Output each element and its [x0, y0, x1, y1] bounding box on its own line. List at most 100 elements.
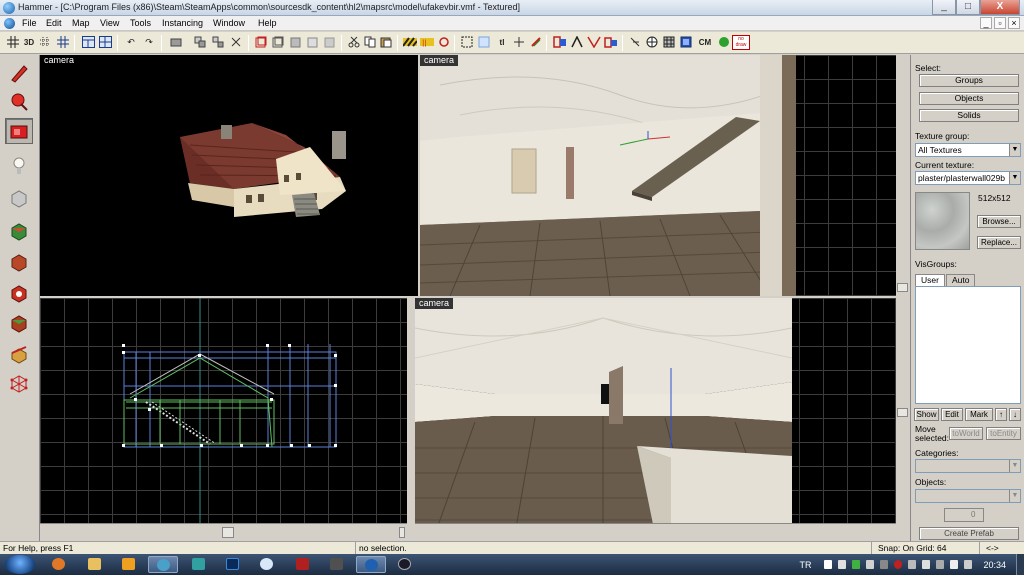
- menu-map[interactable]: Map: [72, 18, 90, 28]
- taskbar-hammer[interactable]: [356, 556, 386, 573]
- show-button[interactable]: Show: [914, 408, 939, 421]
- move-up-button[interactable]: ↑: [995, 408, 1007, 421]
- to-entity-button[interactable]: toEntity: [986, 427, 1021, 440]
- taskbar-game[interactable]: [288, 556, 318, 573]
- move-down-button[interactable]: ↓: [1009, 408, 1021, 421]
- browse-button[interactable]: Browse...: [977, 215, 1021, 228]
- hazard-stripe-icon[interactable]: [402, 35, 418, 50]
- clip-tool-icon[interactable]: [569, 35, 585, 50]
- tray-icon[interactable]: [894, 560, 903, 569]
- overlay-tool-icon[interactable]: [5, 309, 33, 335]
- tab-user[interactable]: User: [915, 274, 945, 286]
- no-draw-button[interactable]: no draw: [732, 35, 750, 50]
- ungroup-icon[interactable]: [210, 35, 226, 50]
- taskbar-photoshop[interactable]: [218, 556, 248, 573]
- box-gray-icon[interactable]: [288, 35, 304, 50]
- menu-instancing[interactable]: Instancing: [162, 18, 203, 28]
- 3d-grid-button[interactable]: 3D: [21, 35, 37, 50]
- viewport-top-left[interactable]: camera: [40, 55, 418, 296]
- objects-button[interactable]: Objects: [919, 92, 1019, 105]
- taskbar-steam[interactable]: [390, 556, 420, 573]
- categories-select[interactable]: ▼: [915, 459, 1021, 473]
- taskbar-chat[interactable]: [148, 556, 178, 573]
- texture-application-icon[interactable]: [5, 217, 33, 243]
- scroll-arrow-right[interactable]: [399, 527, 405, 538]
- undo-icon[interactable]: ↶: [123, 35, 139, 50]
- taskbar-app[interactable]: [184, 556, 214, 573]
- vertical-scrollbar[interactable]: [896, 55, 910, 541]
- texture-group-select[interactable]: All Textures ▼: [915, 143, 1021, 157]
- scroll-thumb[interactable]: [222, 527, 234, 538]
- toggle-texture-lock-icon[interactable]: [552, 35, 568, 50]
- viewport-bottom-left[interactable]: [40, 298, 407, 523]
- chevron-down-icon[interactable]: ▼: [1009, 460, 1020, 472]
- viewport-label[interactable]: camera: [420, 55, 459, 66]
- solids-button[interactable]: Solids: [919, 109, 1019, 122]
- box-dim-icon[interactable]: [322, 35, 338, 50]
- mark-button[interactable]: Mark: [965, 408, 993, 421]
- box-outline-icon[interactable]: [270, 35, 286, 50]
- taskbar-steam-app[interactable]: [252, 556, 282, 573]
- chevron-down-icon[interactable]: ▼: [1009, 490, 1020, 502]
- document-icon[interactable]: [4, 18, 15, 29]
- visgroups-list[interactable]: [915, 286, 1021, 404]
- minimize-button[interactable]: _: [932, 0, 956, 15]
- grid-plus-icon[interactable]: [55, 35, 71, 50]
- chevron-down-icon[interactable]: ▼: [1009, 172, 1020, 184]
- tray-icon[interactable]: [908, 560, 917, 569]
- texture-grid-icon[interactable]: [661, 35, 677, 50]
- viewport-top-right[interactable]: camera: [420, 55, 896, 296]
- taskbar-firefox[interactable]: [44, 556, 74, 573]
- taskbar-media[interactable]: [114, 556, 144, 573]
- menu-window[interactable]: Window: [213, 18, 245, 28]
- objects-select[interactable]: ▼: [915, 489, 1021, 503]
- grid-icon[interactable]: [5, 35, 21, 50]
- copy-icon[interactable]: [362, 35, 378, 50]
- groups-button[interactable]: Groups: [919, 74, 1019, 87]
- redo-icon[interactable]: ↷: [141, 35, 157, 50]
- face-edit-icon[interactable]: [586, 35, 602, 50]
- save-window-state-icon[interactable]: [97, 35, 113, 50]
- block-tool-icon[interactable]: [5, 184, 33, 210]
- language-indicator[interactable]: TR: [799, 560, 811, 570]
- cursor-grid-icon[interactable]: [476, 35, 492, 50]
- texture-scale-lock-icon[interactable]: [436, 35, 452, 50]
- current-texture-select[interactable]: plaster/plasterwall029b ▼: [915, 171, 1021, 185]
- cordon-button[interactable]: CM: [696, 35, 714, 50]
- menu-edit[interactable]: Edit: [46, 18, 62, 28]
- chevron-down-icon[interactable]: ▼: [1009, 144, 1020, 156]
- taskbar-explorer[interactable]: [80, 556, 110, 573]
- group-icon[interactable]: [192, 35, 208, 50]
- to-world-button[interactable]: toWorld: [949, 427, 983, 440]
- flag-icon[interactable]: [824, 560, 833, 569]
- show-desktop-button[interactable]: [1016, 554, 1024, 575]
- box-light-icon[interactable]: [305, 35, 321, 50]
- texture-lock-icon[interactable]: ||: [419, 35, 435, 50]
- compile-icon[interactable]: [627, 35, 643, 50]
- paste-icon[interactable]: [378, 35, 394, 50]
- carve-icon[interactable]: [168, 35, 184, 50]
- edit-button[interactable]: Edit: [941, 408, 963, 421]
- camera-tool-icon[interactable]: [5, 118, 33, 144]
- mdi-restore-button[interactable]: ▫: [994, 17, 1006, 29]
- tray-icon[interactable]: [922, 560, 931, 569]
- box-red-icon[interactable]: [253, 35, 269, 50]
- taskbar-console[interactable]: [322, 556, 352, 573]
- close-button[interactable]: X: [980, 0, 1020, 15]
- tray-icon[interactable]: [838, 560, 847, 569]
- hide-selected-icon[interactable]: [228, 35, 244, 50]
- tl-button[interactable]: tl: [494, 35, 510, 50]
- tray-icon[interactable]: [852, 560, 861, 569]
- viewport-label[interactable]: camera: [40, 55, 79, 66]
- vertex-tool-icon[interactable]: [528, 35, 544, 50]
- mdi-minimize-button[interactable]: _: [980, 17, 992, 29]
- clock[interactable]: 20:34: [983, 560, 1006, 570]
- tray-icon[interactable]: [880, 560, 889, 569]
- mdi-close-button[interactable]: ×: [1008, 17, 1020, 29]
- load-window-state-icon[interactable]: [80, 35, 96, 50]
- menu-view[interactable]: View: [100, 18, 119, 28]
- clipping-tool-icon[interactable]: [5, 340, 33, 366]
- viewport-label[interactable]: camera: [415, 298, 454, 309]
- texture-browser-icon[interactable]: [678, 35, 694, 50]
- sphere-icon[interactable]: [644, 35, 660, 50]
